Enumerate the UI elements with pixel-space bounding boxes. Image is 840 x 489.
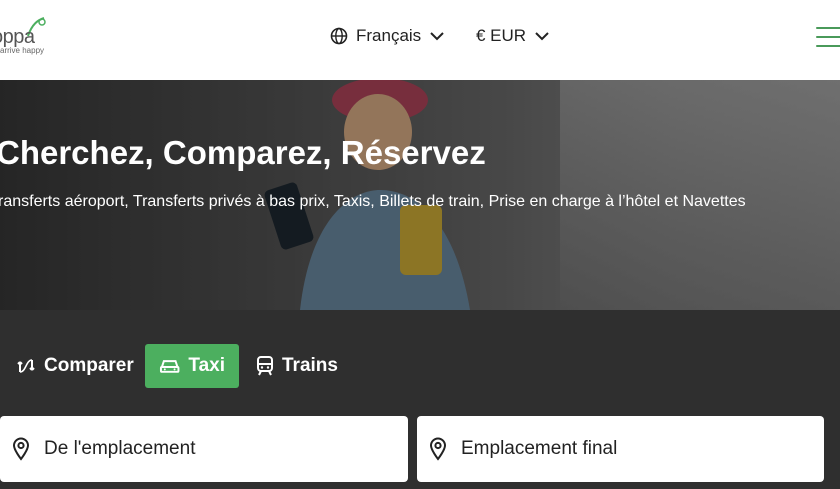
tab-trains-label: Trains (282, 355, 338, 376)
tab-taxi[interactable]: Taxi (145, 344, 239, 388)
to-location-placeholder: Emplacement final (461, 438, 618, 459)
search-panel: Comparer Taxi Trains De l'emplacement Em… (0, 310, 840, 489)
currency-selector[interactable]: € EUR (476, 26, 550, 46)
logo[interactable]: oppa arrive happy (0, 10, 72, 55)
compare-arrows-icon (17, 359, 35, 373)
tab-compare-label: Comparer (44, 355, 134, 376)
hero-banner: Cherchez, Comparez, Réservez ransferts a… (0, 80, 840, 310)
from-location-placeholder: De l'emplacement (44, 438, 196, 459)
train-icon (257, 356, 273, 376)
tab-compare[interactable]: Comparer (2, 344, 148, 388)
location-pin-icon (12, 437, 30, 461)
car-icon (159, 360, 180, 373)
to-location-field[interactable]: Emplacement final (417, 416, 824, 482)
tab-trains[interactable]: Trains (242, 344, 352, 388)
location-pin-icon (429, 437, 447, 461)
hero-title: Cherchez, Comparez, Réservez (0, 134, 486, 171)
language-label: Français (356, 26, 422, 45)
hero-subtitle: ransferts aéroport, Transferts privés à … (0, 193, 746, 210)
chevron-down-icon (430, 32, 444, 41)
hamburger-menu-icon[interactable] (816, 25, 840, 49)
language-selector[interactable]: Français (330, 26, 445, 46)
chevron-down-icon (535, 32, 549, 41)
logo-tagline: arrive happy (0, 46, 45, 55)
currency-label: € EUR (476, 26, 527, 45)
tab-taxi-label: Taxi (188, 355, 225, 376)
top-header: oppa arrive happy Français € EUR (0, 0, 840, 80)
from-location-field[interactable]: De l'emplacement (0, 416, 408, 482)
globe-icon (330, 27, 348, 45)
